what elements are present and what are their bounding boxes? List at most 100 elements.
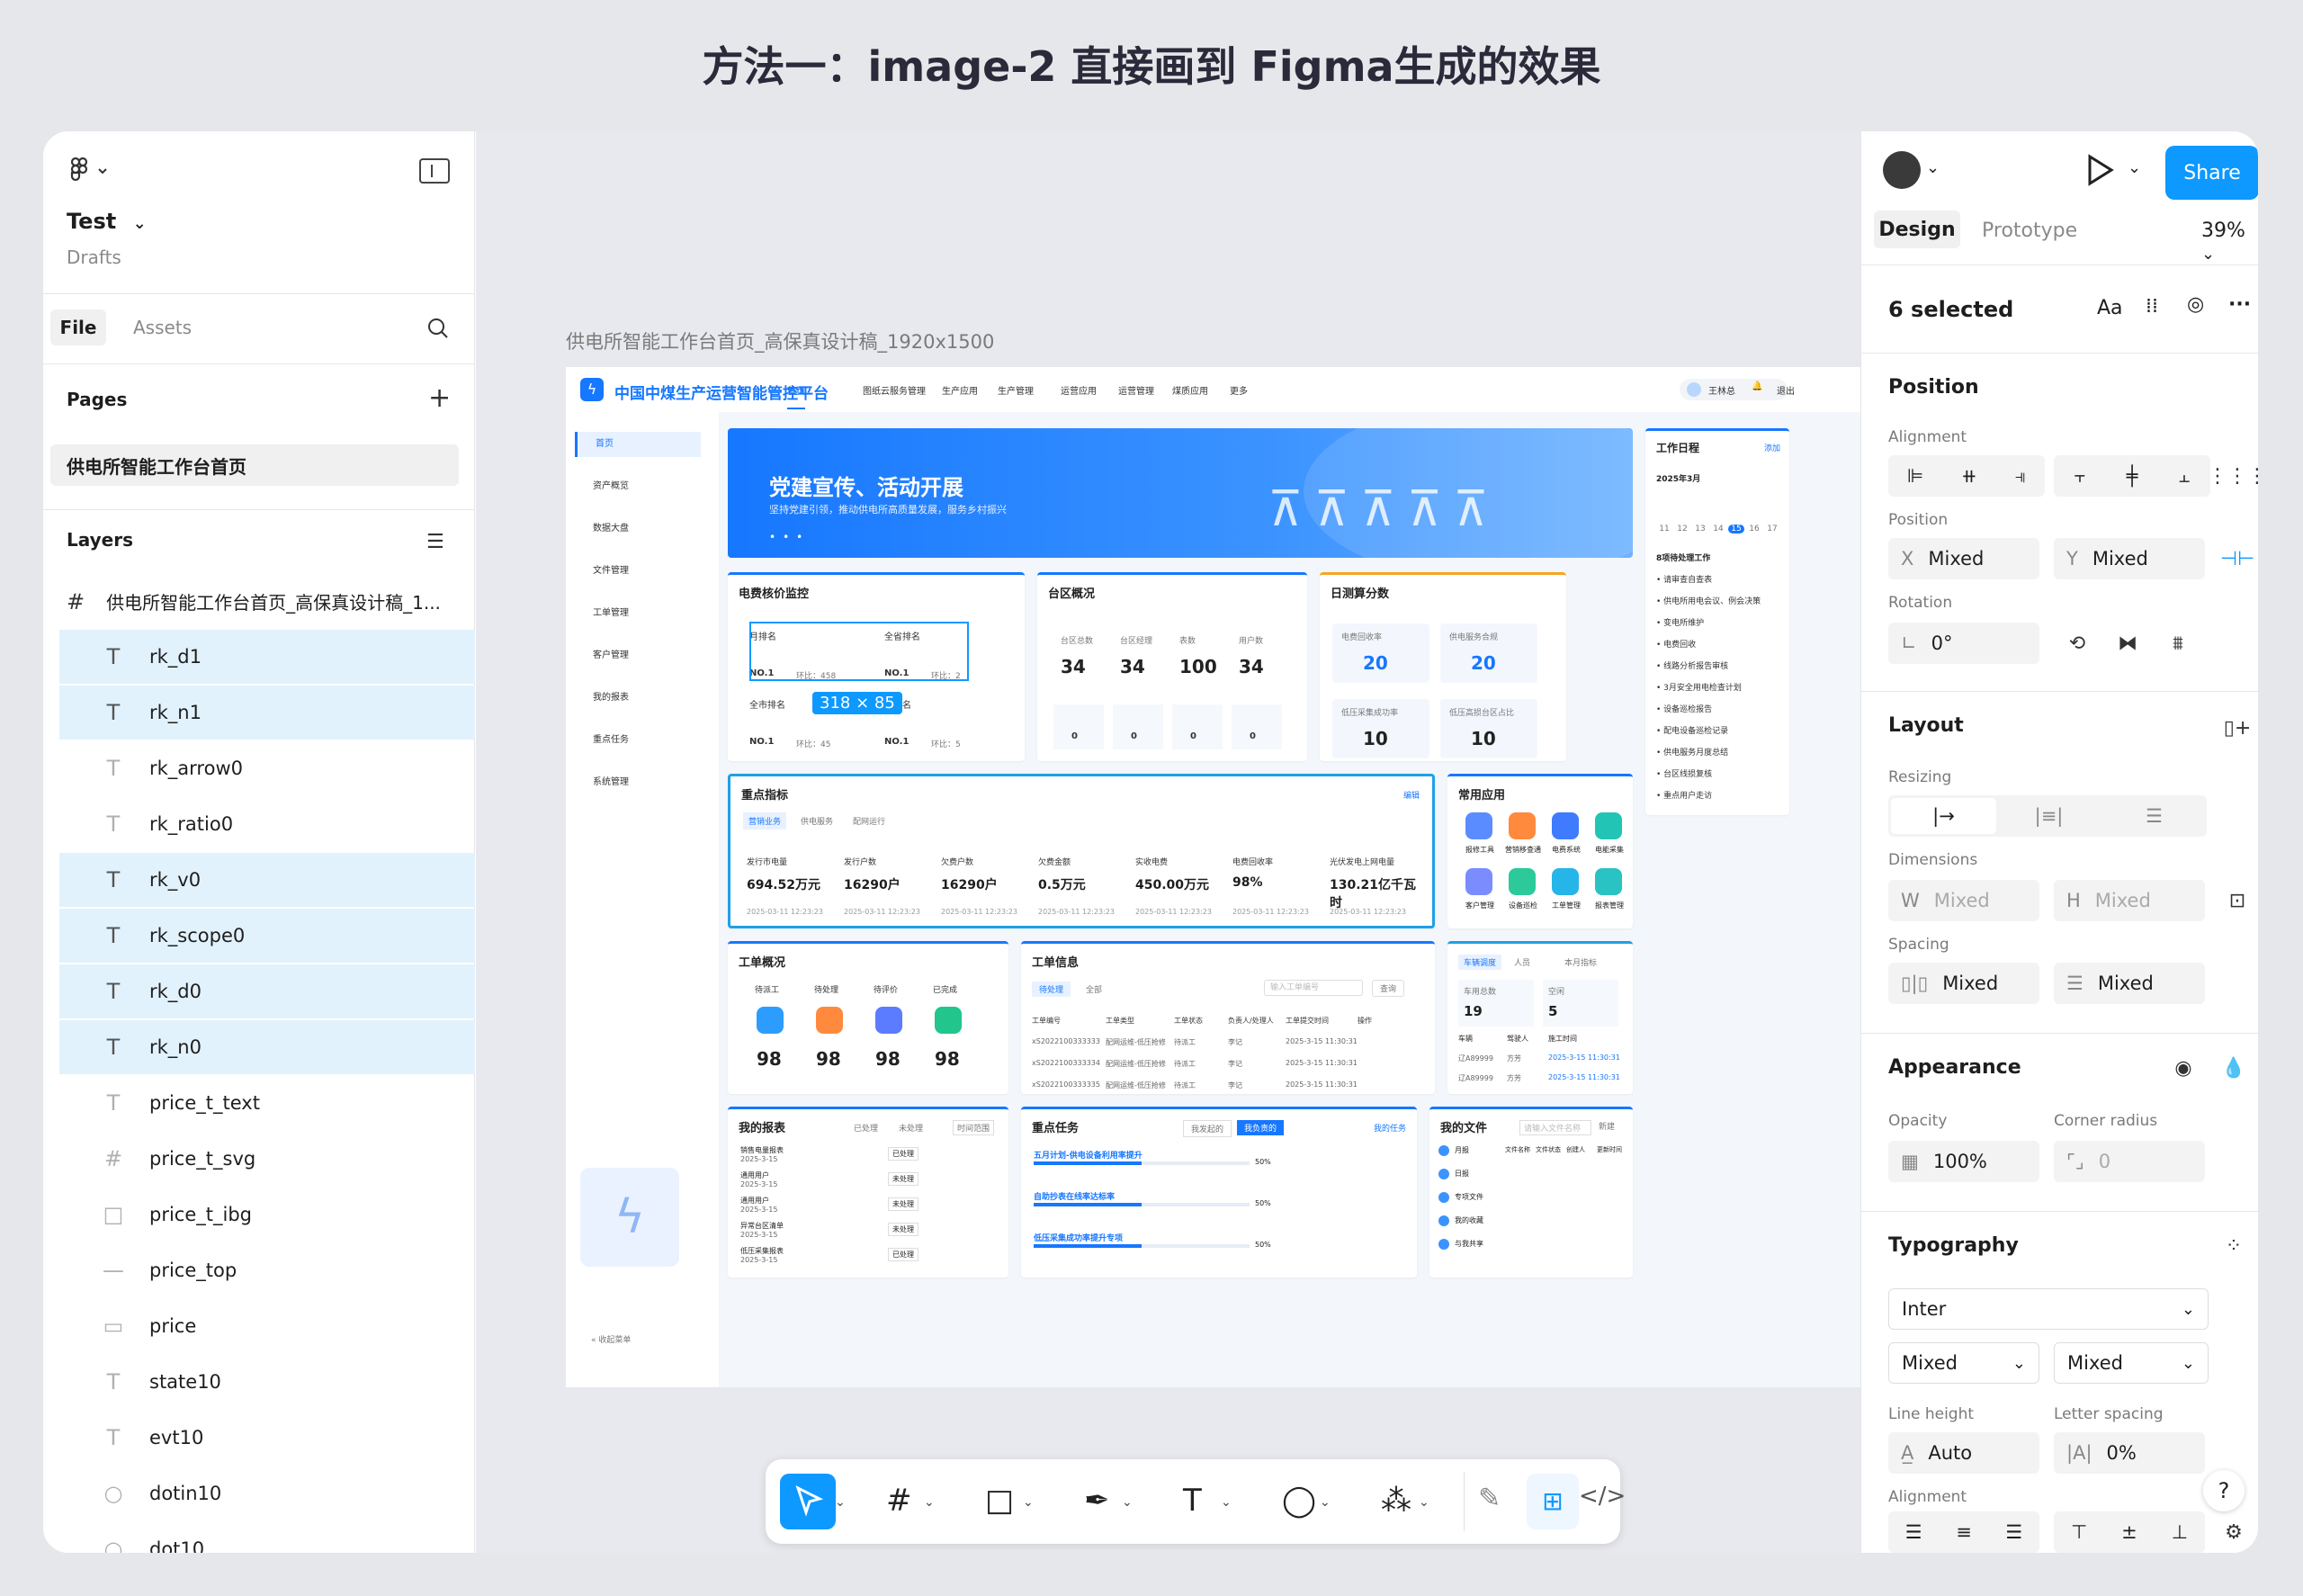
distribute-icon[interactable]: ⋮⋮⋮ [2208,455,2258,497]
layer-row[interactable]: — price_top [59,1243,475,1297]
schedule-day[interactable]: 12 [1674,525,1690,533]
frame-label[interactable]: 供电所智能工作台首页_高保真设计稿_1920x1500 [566,327,994,354]
width-field[interactable]: W Mixed [1888,880,2039,921]
comment-tool-icon[interactable]: ◯ [1282,1483,1316,1519]
layer-list-icon[interactable]: ☰ [426,531,444,553]
align-horizontal-group[interactable]: ⊫ ⧺ ⫣ [1888,455,2045,497]
file-folder[interactable]: 我的收藏 [1455,1215,1483,1225]
tab-file[interactable]: File [50,309,106,345]
schedule-day[interactable]: 11 [1656,525,1672,533]
tab-assets[interactable]: Assets [133,317,192,338]
file-search-input[interactable]: 请输入文件名称 [1519,1120,1591,1135]
app-icon[interactable] [1509,868,1536,895]
chevron-down-icon[interactable]: ⌄ [1023,1495,1034,1510]
chevron-down-icon[interactable]: ⌄ [835,1495,846,1510]
drop-icon[interactable]: 💧 [2214,1047,2254,1089]
car-tab[interactable]: 本月指标 [1559,955,1602,970]
schedule-item[interactable]: • 设备巡检报告 [1656,703,1782,714]
x-field[interactable]: X Mixed [1888,538,2039,579]
y-field[interactable]: Y Mixed [2054,538,2205,579]
chevron-down-icon[interactable]: ⌄ [1320,1495,1331,1510]
figma-menu-icon[interactable] [68,155,113,187]
schedule-item[interactable]: • 电费回收 [1656,638,1782,650]
mock-side-item[interactable]: 数据大盘 [575,516,701,542]
app-icon[interactable] [1595,812,1622,839]
kpi-tab[interactable]: 供电服务 [795,812,838,829]
align-right-icon[interactable]: ⫣ [2014,465,2026,488]
mock-side-item[interactable]: 客户管理 [575,643,701,668]
schedule-item[interactable]: • 变电所维护 [1656,616,1782,628]
file-folder[interactable]: 日报 [1455,1169,1469,1179]
layer-row[interactable]: ○ dot10 [59,1522,475,1553]
schedule-item[interactable]: • 请审查自查表 [1656,573,1782,585]
font-weight-select[interactable]: Mixed ⌄ [1888,1342,2039,1384]
rectangle-tool-icon[interactable]: □ [985,1483,1014,1519]
schedule-item[interactable]: • 供电所用电会议、例会决策 [1656,595,1782,606]
mock-nav-item[interactable]: 生产应用 [942,383,978,397]
layer-row[interactable]: Trk_d0 [59,964,475,1018]
share-button[interactable]: Share [2165,146,2258,200]
frame-layer[interactable]: # 供电所智能工作台首页_高保真设计稿_1... [67,588,462,614]
file-name[interactable]: Test ⌄ [67,209,147,234]
file-folder[interactable]: 与我共享 [1455,1239,1483,1249]
text-align-right-icon[interactable]: ☰ [2005,1521,2022,1543]
layer-row[interactable]: Tprice_t_text [59,1076,475,1130]
actions-icon[interactable]: ⁂ [1381,1483,1411,1519]
text-style-icon[interactable]: Aa [2097,297,2123,319]
file-new-button[interactable]: 新建 [1599,1120,1615,1132]
tab-design[interactable]: Design [1874,211,1960,248]
design-mode-icon[interactable]: ⊞ [1527,1474,1579,1529]
layer-row[interactable]: Trk_ratio0 [59,797,475,851]
chevron-down-icon[interactable]: ⌄ [2128,158,2141,177]
schedule-item[interactable]: • 台区线损复核 [1656,767,1782,779]
align-vertical-group[interactable]: ⫟ ╪ ⫠ [2054,455,2210,497]
task-tab[interactable]: 我发起的 [1183,1120,1232,1137]
grid-icon[interactable]: ⁞⁞ [2146,295,2158,318]
chevron-down-icon[interactable]: ⌄ [1419,1495,1429,1510]
font-family-select[interactable]: Inter ⌄ [1888,1288,2209,1330]
mock-nav-item[interactable]: 更多 [1230,383,1248,397]
align-bottom-icon[interactable]: ⊥ [2172,1521,2188,1543]
app-icon[interactable] [1465,812,1492,839]
draw-mode-icon[interactable]: ✎ [1478,1483,1501,1514]
rotation-field[interactable]: ∟ 0° [1888,623,2039,664]
wi-search-button[interactable]: 查询 [1372,980,1405,997]
mock-nav-item[interactable]: 图纸云服务管理 [863,383,926,397]
chevron-down-icon[interactable]: ⌄ [1221,1495,1232,1510]
schedule-add[interactable]: 添加 [1764,442,1780,453]
sidebar-toggle-icon[interactable] [419,158,450,184]
mock-side-item[interactable]: 重点任务 [575,728,701,753]
mock-side-item[interactable]: 工单管理 [575,601,701,626]
flip-vertical-icon[interactable]: ⩩ [2158,623,2198,664]
align-bottom-icon[interactable]: ⫠ [2179,465,2191,488]
wi-tab[interactable]: 待处理 [1032,982,1071,997]
move-tool-button[interactable] [780,1474,836,1529]
hug-icon[interactable]: |≡| [1996,805,2101,827]
schedule-item[interactable]: • 重点用户走访 [1656,789,1782,801]
task-name[interactable]: 低压采集成功率提升专项 [1034,1232,1123,1243]
avatar[interactable] [1883,151,1921,189]
layer-row[interactable]: Trk_n1 [59,686,475,740]
layer-row[interactable]: ▭ price [59,1299,475,1353]
task-name[interactable]: 自助抄表在线率达标率 [1034,1190,1115,1202]
design-frame[interactable]: ϟ 中国中煤生产运营智能管控平台 首页 图纸云服务管理 生产应用 生产管理 运营应用 运营… [566,367,1870,1387]
layer-row[interactable]: Trk_scope0 [59,909,475,963]
file-folder[interactable]: 月报 [1455,1145,1469,1155]
schedule-item[interactable]: • 3月安全用电检查计划 [1656,681,1782,693]
layer-row[interactable]: Trk_v0 [59,853,475,907]
more-icon[interactable]: ··· [2228,293,2251,316]
task-name[interactable]: 五月计划-供电设备利用率提升 [1034,1149,1143,1161]
letter-spacing-field[interactable]: |A| 0% [2054,1432,2205,1474]
tab-prototype[interactable]: Prototype [1982,220,2077,242]
vertical-align-group[interactable]: ⊤ ± ⊥ [2054,1511,2205,1553]
constraints-icon[interactable]: ⊣⊢ [2218,538,2257,579]
font-size-select[interactable]: Mixed ⌄ [2054,1342,2209,1384]
mock-side-item[interactable]: 首页 [575,432,701,457]
present-icon[interactable] [2084,153,2115,191]
layer-row[interactable]: Tstate10 [59,1355,475,1409]
layer-row[interactable]: Trk_arrow0 [59,741,475,795]
fill-icon[interactable]: ☰ [2101,805,2207,827]
dev-mode-icon[interactable]: </> [1579,1483,1626,1510]
text-tool-icon[interactable]: T [1183,1483,1202,1519]
app-icon[interactable] [1595,868,1622,895]
